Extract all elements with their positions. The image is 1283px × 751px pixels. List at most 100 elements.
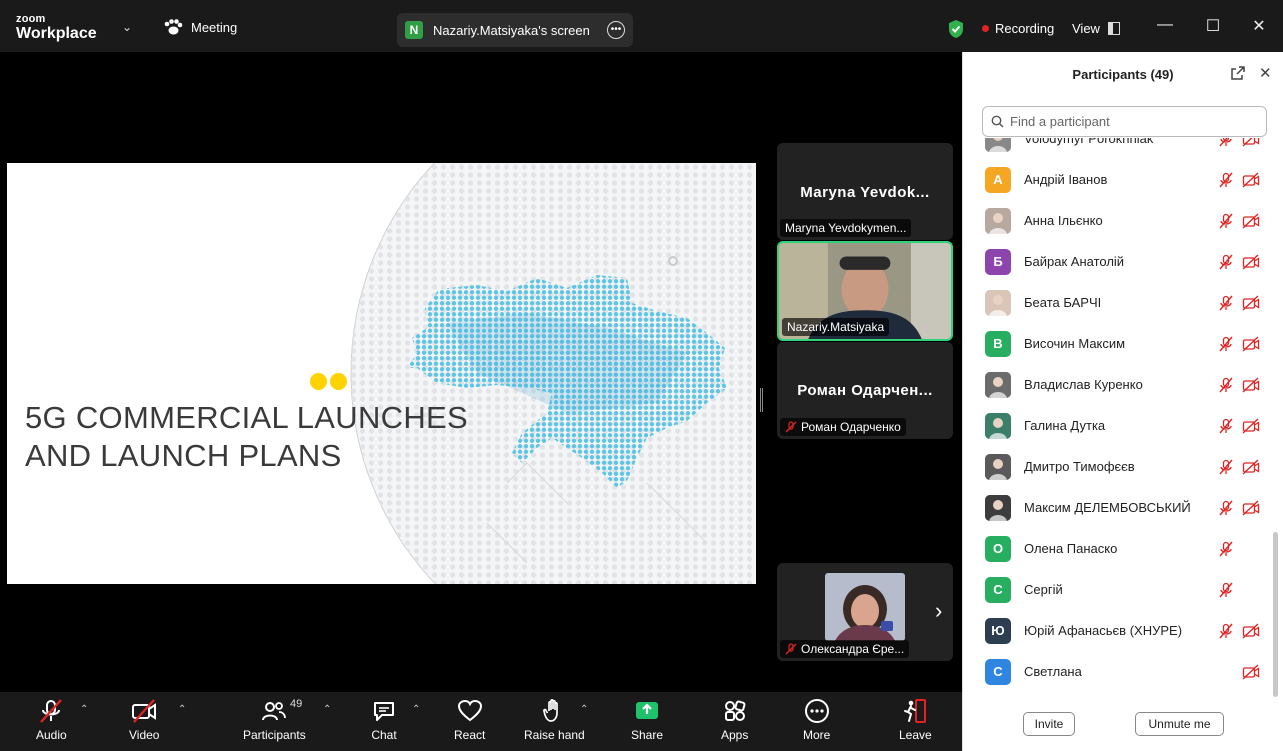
mic-muted-icon[interactable]	[1218, 500, 1234, 516]
more-options-icon[interactable]: •••	[607, 21, 625, 39]
audio-label: Audio	[36, 728, 67, 742]
mic-muted-icon[interactable]	[1218, 541, 1234, 557]
camera-off-icon[interactable]	[1242, 138, 1260, 147]
close-panel-icon[interactable]: ✕	[1259, 64, 1272, 82]
participant-row[interactable]: Б Байрак Анатолій	[963, 241, 1271, 282]
popout-icon[interactable]	[1231, 66, 1245, 80]
raise-hand-options-caret-icon[interactable]: ⌃	[580, 704, 588, 715]
raise-hand-button[interactable]: Raise hand	[524, 698, 585, 742]
video-button[interactable]: Video	[129, 698, 159, 742]
participants-icon	[262, 702, 287, 721]
chat-icon	[374, 702, 394, 721]
invite-button[interactable]: Invite	[1023, 712, 1075, 736]
chat-button[interactable]: Chat	[371, 698, 397, 742]
react-button[interactable]: React	[454, 698, 485, 742]
camera-off-icon[interactable]	[1242, 335, 1260, 352]
camera-off-icon[interactable]	[1242, 622, 1260, 639]
mic-muted-icon[interactable]	[1218, 254, 1234, 270]
participant-name: Андрій Іванов	[1024, 172, 1108, 187]
meeting-menu-button[interactable]: Meeting	[163, 19, 237, 35]
video-tile-active-speaker[interactable]: Nazariy.Matsiyaka	[777, 241, 953, 341]
title-bar: zoom Workplace ⌄ Meeting N Nazariy.Matsi…	[0, 0, 1283, 52]
participant-list: Volodymyr Poroknniak А Андрій Іванов Анна І…	[963, 138, 1271, 698]
slide-title-line2: AND LAUNCH PLANS	[25, 438, 342, 473]
meeting-label: Meeting	[191, 19, 238, 35]
camera-off-icon[interactable]	[1242, 253, 1260, 270]
participant-row[interactable]: Дмитро Тимофєєв	[963, 446, 1271, 487]
chat-options-caret-icon[interactable]: ⌃	[412, 704, 420, 715]
chat-label: Chat	[371, 728, 397, 742]
participant-row[interactable]: Ю Юрій Афанасьєв (ХНУРЕ)	[963, 610, 1271, 651]
participant-row[interactable]: Максим ДЕЛЕМБОВСЬКИЙ	[963, 487, 1271, 528]
minimize-icon[interactable]: —	[1155, 16, 1175, 34]
participant-name: Дмитро Тимофєєв	[1024, 459, 1135, 474]
leave-button[interactable]: Leave	[899, 698, 932, 742]
camera-off-icon[interactable]	[1242, 499, 1260, 516]
more-button[interactable]: More	[803, 698, 830, 742]
zoom-logo: zoom Workplace	[16, 14, 97, 42]
next-page-chevron-icon[interactable]: ›	[935, 598, 942, 624]
chevron-down-icon[interactable]: ⌄	[122, 20, 132, 34]
mic-muted-icon[interactable]	[1218, 172, 1234, 188]
participant-row[interactable]: Беата БАРЧІ	[963, 282, 1271, 323]
mic-muted-icon[interactable]	[1218, 623, 1234, 639]
avatar: Ю	[985, 617, 1011, 644]
video-tile[interactable]: Maryna Yevdok... Maryna Yevdokymen...	[777, 143, 953, 240]
mic-muted-icon[interactable]	[1218, 377, 1234, 393]
participant-row[interactable]: Галина Дутка	[963, 405, 1271, 446]
tile-display-name: Maryna Yevdok...	[800, 184, 930, 201]
close-icon[interactable]: ✕	[1249, 16, 1269, 36]
share-button[interactable]: Share	[631, 698, 663, 742]
participant-row[interactable]: В Височин Максим	[963, 323, 1271, 364]
apps-button[interactable]: Apps	[721, 698, 748, 742]
avatar	[985, 289, 1011, 316]
sharer-avatar: N	[405, 21, 423, 39]
audio-options-caret-icon[interactable]: ⌃	[80, 704, 88, 715]
video-tile[interactable]: Олександра Єре...	[777, 563, 953, 661]
participant-row[interactable]: О Олена Панаско	[963, 528, 1271, 569]
panel-resize-handle[interactable]	[760, 388, 763, 412]
screen-share-indicator[interactable]: N Nazariy.Matsiyaka's screen •••	[397, 13, 633, 47]
logo-big-text: Workplace	[16, 25, 97, 42]
camera-off-icon[interactable]	[1242, 376, 1260, 393]
search-icon	[991, 115, 1004, 128]
participants-options-caret-icon[interactable]: ⌃	[323, 704, 331, 715]
participant-list-scrollbar[interactable]	[1273, 532, 1278, 697]
participant-row[interactable]: С Светлана	[963, 651, 1271, 692]
camera-off-icon[interactable]	[1242, 458, 1260, 475]
video-tile[interactable]: Роман Одарчен... Роман Одарченко	[777, 342, 953, 439]
camera-off-icon[interactable]	[1242, 212, 1260, 229]
participant-row[interactable]: Владислав Куренко	[963, 364, 1271, 405]
view-button[interactable]: View	[1072, 21, 1120, 36]
avatar: С	[985, 576, 1011, 603]
maximize-icon[interactable]: ☐	[1203, 16, 1223, 36]
mic-muted-icon[interactable]	[1218, 295, 1234, 311]
mic-muted-icon[interactable]	[1218, 582, 1234, 598]
recording-indicator[interactable]: Recording	[982, 21, 1054, 36]
mic-muted-icon[interactable]	[1218, 336, 1234, 352]
camera-off-icon[interactable]	[1242, 171, 1260, 188]
audio-button[interactable]: Audio	[36, 698, 67, 742]
video-options-caret-icon[interactable]: ⌃	[178, 704, 186, 715]
tile-name-label: Maryna Yevdokymen...	[780, 219, 912, 237]
more-label: More	[803, 728, 831, 742]
tile-name-label: Nazariy.Matsiyaka	[782, 318, 890, 336]
mic-muted-icon[interactable]	[1218, 459, 1234, 475]
mic-muted-icon[interactable]	[1218, 213, 1234, 229]
camera-off-icon[interactable]	[1242, 417, 1260, 434]
participant-search-input[interactable]: Find a participant	[982, 106, 1267, 137]
camera-off-icon[interactable]	[1242, 663, 1260, 680]
raise-hand-label: Raise hand	[524, 728, 585, 742]
participant-row[interactable]: Volodymyr Poroknniak	[963, 138, 1271, 159]
slide-yellow-dots	[310, 373, 347, 390]
meeting-icon	[164, 19, 183, 35]
unmute-me-button[interactable]: Unmute me	[1135, 712, 1224, 736]
mic-muted-icon[interactable]	[1218, 418, 1234, 434]
mic-muted-icon[interactable]	[1218, 138, 1234, 147]
participant-row[interactable]: С Сергій	[963, 569, 1271, 610]
participant-row[interactable]: А Андрій Іванов	[963, 159, 1271, 200]
camera-off-icon[interactable]	[1242, 294, 1260, 311]
mic-muted-icon	[785, 643, 797, 655]
security-shield-icon[interactable]	[947, 19, 965, 39]
participant-row[interactable]: Анна Ільєнко	[963, 200, 1271, 241]
